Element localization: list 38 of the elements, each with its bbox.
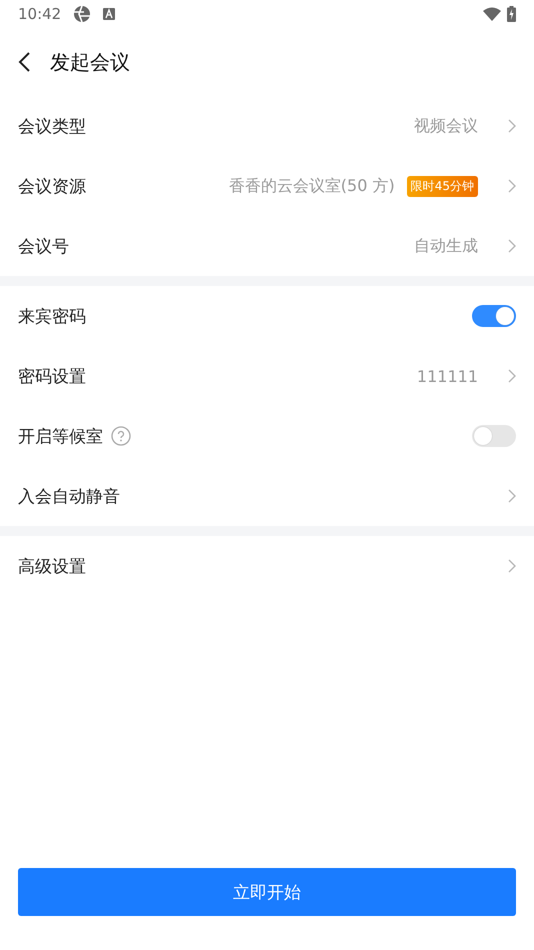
keyboard-a-icon (103, 8, 116, 20)
row-label: 会议号 (18, 236, 69, 258)
chevron-icon (508, 119, 516, 133)
toggle-switch[interactable] (472, 305, 516, 327)
time-limit-badge: 限时45分钟 (406, 176, 478, 196)
row-value: 视频会议 (414, 116, 478, 136)
row-label: 入会自动静音 (18, 486, 120, 508)
chevron-icon (508, 489, 516, 503)
row-label: 来宾密码 (18, 306, 86, 328)
start-button[interactable]: 立即开始 (18, 868, 516, 916)
row-label: 会议资源 (18, 176, 86, 198)
settings-row[interactable]: 会议号 自动生成 (0, 216, 534, 276)
help-icon[interactable] (111, 426, 131, 446)
settings-row[interactable]: 会议资源 香香的云会议室(50 方) 限时45分钟 (0, 156, 534, 216)
row-label: 开启等候室 (18, 426, 103, 448)
battery-charging-icon (507, 6, 516, 22)
chevron-icon (508, 559, 516, 573)
settings-row[interactable]: 会议类型 视频会议 (0, 96, 534, 156)
wifi-icon (483, 7, 501, 21)
settings-row[interactable]: 开启等候室 (0, 406, 534, 466)
chevron-icon (508, 239, 516, 253)
row-label: 会议类型 (18, 116, 86, 138)
status-time: 10:42 (18, 5, 62, 23)
chevron-icon (508, 179, 516, 193)
settings-row[interactable]: 密码设置 111111 (0, 346, 534, 406)
back-icon[interactable] (18, 52, 30, 72)
row-label: 密码设置 (18, 366, 86, 388)
settings-row[interactable]: 高级设置 (0, 536, 534, 596)
toggle-switch[interactable] (472, 425, 516, 447)
settings-row[interactable]: 入会自动静音 (0, 466, 534, 526)
row-value: 香香的云会议室(50 方) (228, 176, 395, 196)
row-label: 高级设置 (18, 556, 86, 578)
row-value: 自动生成 (414, 236, 478, 256)
row-value: 111111 (416, 366, 478, 386)
settings-row[interactable]: 来宾密码 (0, 286, 534, 346)
aperture-icon (73, 5, 92, 23)
chevron-icon (508, 369, 516, 383)
page-title: 发起会议 (50, 48, 130, 76)
